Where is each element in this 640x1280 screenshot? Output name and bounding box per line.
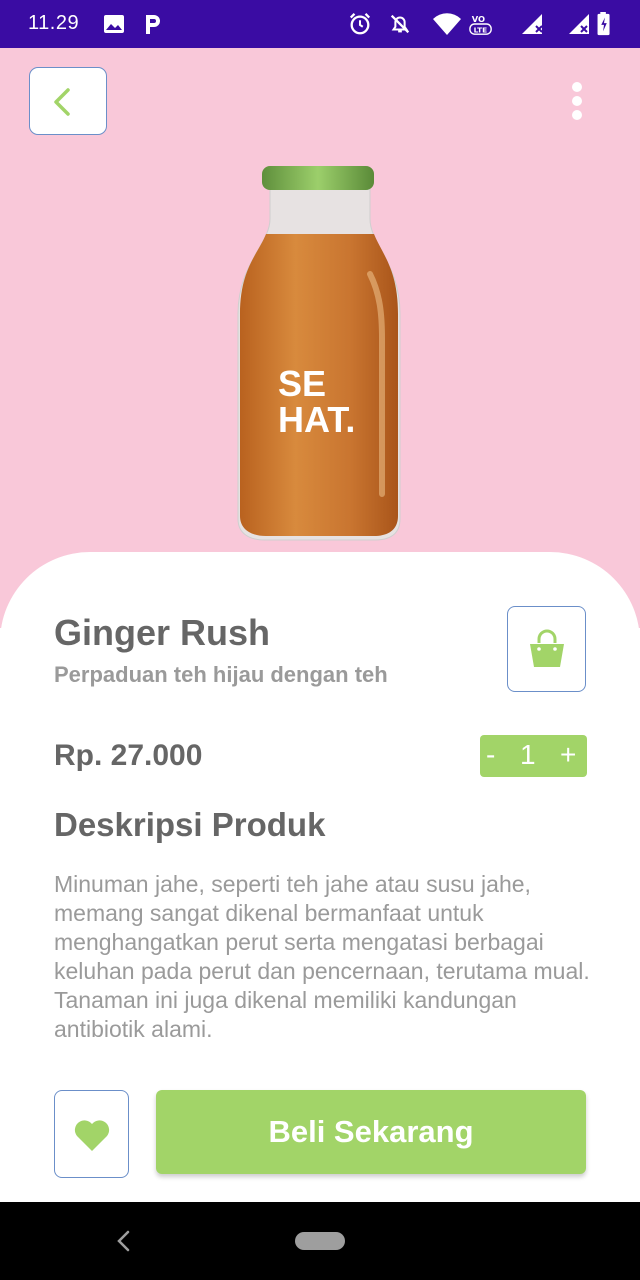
- add-to-cart-button[interactable]: [507, 606, 586, 692]
- quantity-value: 1: [520, 739, 536, 770]
- signal-icon: [522, 14, 543, 34]
- svg-text:LTE: LTE: [474, 25, 488, 34]
- signal-icon: [569, 14, 589, 34]
- volte-icon: VO LTE: [469, 14, 492, 35]
- bottle-label-line1: SE: [278, 363, 326, 404]
- buy-now-button[interactable]: Beli Sekarang: [156, 1090, 586, 1174]
- quantity-stepper: - 1 +: [480, 735, 587, 777]
- alarm-icon: [349, 13, 371, 35]
- product-price: Rp. 27.000: [54, 739, 203, 772]
- silent-icon: [390, 14, 410, 34]
- status-time: 11.29: [28, 12, 80, 34]
- nav-home-pill[interactable]: [295, 1232, 345, 1250]
- back-button[interactable]: [29, 67, 107, 135]
- image-icon: [104, 15, 124, 33]
- bottle-label-line2: HAT.: [278, 399, 355, 440]
- parking-app-icon: [146, 15, 160, 34]
- product-name: Ginger Rush: [54, 612, 271, 653]
- more-options-icon[interactable]: [562, 80, 592, 124]
- wifi-icon: [433, 13, 461, 36]
- product-description: Minuman jahe, seperti teh jahe atau susu…: [54, 871, 590, 1042]
- battery-icon: [597, 12, 610, 36]
- nav-back-icon[interactable]: [116, 1230, 132, 1252]
- status-bar: 11.29 VO LTE: [0, 0, 640, 48]
- shopping-bag-icon: [530, 629, 564, 667]
- product-subtitle: Perpaduan teh hijau dengan teh: [54, 662, 388, 687]
- increase-quantity-button[interactable]: +: [560, 739, 576, 771]
- decrease-quantity-button[interactable]: -: [486, 739, 500, 771]
- product-image: SE HAT.: [237, 166, 401, 541]
- heart-icon: [74, 1120, 110, 1151]
- chevron-left-icon: [54, 88, 70, 116]
- svg-text:VO: VO: [472, 14, 485, 24]
- favorite-button[interactable]: [54, 1090, 129, 1178]
- description-heading: Deskripsi Produk: [54, 806, 326, 843]
